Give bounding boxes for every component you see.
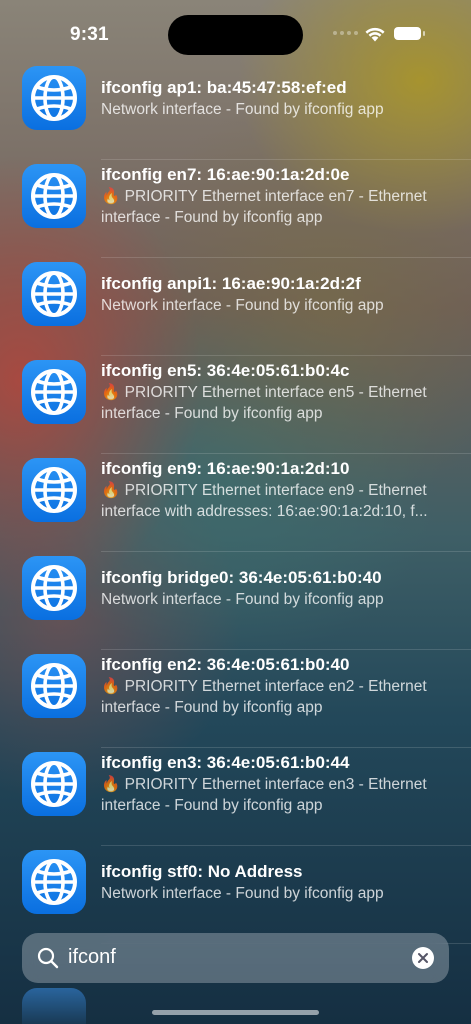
result-row[interactable]: ifconfig en9: 16:ae:90:1a:2d:10 🔥 PRIORIT… — [0, 454, 471, 552]
home-indicator[interactable] — [152, 1010, 319, 1015]
result-row[interactable]: ifconfig anpi1: 16:ae:90:1a:2d:2f Network… — [0, 258, 471, 356]
result-row[interactable]: ifconfig en5: 36:4e:05:61:b0:4c 🔥 PRIORIT… — [0, 356, 471, 454]
result-title: ifconfig ap1: ba:45:47:58:ef:ed — [101, 78, 347, 97]
globe-icon — [29, 563, 79, 613]
result-subtitle: Network interface - Found by ifconfig ap… — [101, 885, 384, 902]
result-subtitle: 🔥 PRIORITY Ethernet interface en5 - Ethe… — [101, 384, 427, 422]
result-row[interactable]: ifconfig bridge0: 36:4e:05:61:b0:40 Netwo… — [0, 552, 471, 650]
globe-icon — [29, 367, 79, 417]
ifconfig-app-icon — [22, 458, 86, 522]
globe-icon — [29, 661, 79, 711]
status-time: 9:31 — [70, 24, 109, 45]
result-row[interactable]: ifconfig en7: 16:ae:90:1a:2d:0e 🔥 PRIORIT… — [0, 160, 471, 258]
search-input[interactable]: ifconf — [68, 946, 116, 969]
dynamic-island — [168, 15, 303, 55]
result-row[interactable]: ifconfig stf0: No Address Network interfa… — [0, 846, 471, 944]
ifconfig-app-icon — [22, 556, 86, 620]
status-bar: 9:31 — [0, 0, 471, 62]
globe-icon — [29, 269, 79, 319]
result-subtitle: 🔥 PRIORITY Ethernet interface en2 - Ethe… — [101, 678, 427, 716]
result-subtitle: 🔥 PRIORITY Ethernet interface en3 - Ethe… — [101, 776, 427, 814]
result-title: ifconfig en3: 36:4e:05:61:b0:44 — [101, 753, 350, 772]
ifconfig-app-icon — [22, 752, 86, 816]
globe-icon — [29, 759, 79, 809]
result-row[interactable]: ifconfig en3: 36:4e:05:61:b0:44 🔥 PRIORIT… — [0, 748, 471, 846]
globe-icon — [29, 171, 79, 221]
cellular-signal-icon — [333, 31, 358, 35]
result-subtitle-line2: interface with addresses: 16:ae:90:1a:2d… — [101, 503, 428, 520]
result-title: ifconfig en5: 36:4e:05:61:b0:4c — [101, 361, 350, 380]
magnifying-glass-icon — [37, 947, 59, 969]
result-subtitle: Network interface - Found by ifconfig ap… — [101, 591, 384, 608]
wifi-icon — [365, 27, 385, 42]
partially-hidden-app-icon — [22, 988, 86, 1024]
ifconfig-app-icon — [22, 164, 86, 228]
result-subtitle: 🔥 PRIORITY Ethernet interface en9 - Ethe… — [101, 482, 427, 499]
xmark-circle-icon — [418, 953, 428, 963]
result-title: ifconfig stf0: No Address — [101, 862, 303, 881]
result-title: ifconfig en7: 16:ae:90:1a:2d:0e — [101, 165, 350, 184]
result-title: ifconfig bridge0: 36:4e:05:61:b0:40 — [101, 568, 382, 587]
clear-search-button[interactable] — [412, 947, 434, 969]
result-subtitle: Network interface - Found by ifconfig ap… — [101, 101, 384, 118]
ifconfig-app-icon — [22, 262, 86, 326]
ifconfig-app-icon — [22, 360, 86, 424]
ifconfig-app-icon — [22, 654, 86, 718]
result-row[interactable]: ifconfig ap1: ba:45:47:58:ef:ed Network i… — [0, 62, 471, 160]
globe-icon — [29, 73, 79, 123]
result-subtitle: 🔥 PRIORITY Ethernet interface en7 - Ethe… — [101, 188, 427, 226]
spotlight-results-list: ifconfig ap1: ba:45:47:58:ef:ed Network i… — [0, 62, 471, 944]
ifconfig-app-icon — [22, 66, 86, 130]
globe-icon — [29, 465, 79, 515]
globe-icon — [29, 857, 79, 907]
search-bar[interactable]: ifconf — [22, 933, 449, 983]
result-title: ifconfig anpi1: 16:ae:90:1a:2d:2f — [101, 274, 361, 293]
result-subtitle: Network interface - Found by ifconfig ap… — [101, 297, 384, 314]
ifconfig-app-icon — [22, 850, 86, 914]
result-row[interactable]: ifconfig en2: 36:4e:05:61:b0:40 🔥 PRIORIT… — [0, 650, 471, 748]
result-title: ifconfig en9: 16:ae:90:1a:2d:10 — [101, 459, 350, 478]
result-title: ifconfig en2: 36:4e:05:61:b0:40 — [101, 655, 350, 674]
battery-icon — [394, 27, 425, 40]
